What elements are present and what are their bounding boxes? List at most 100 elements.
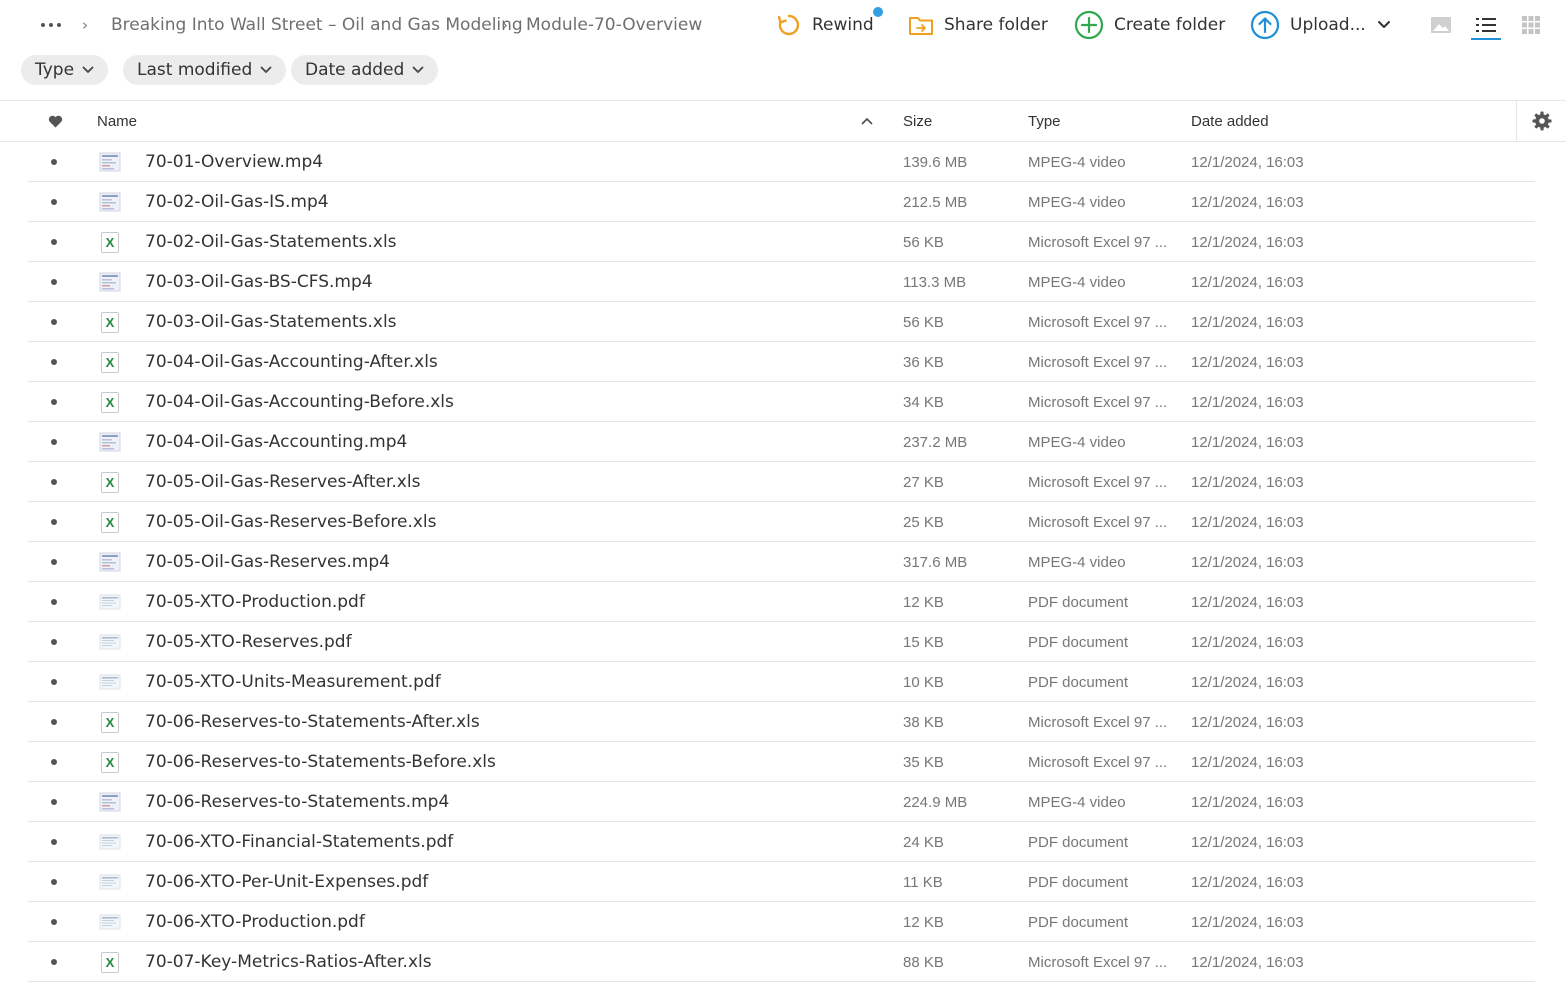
type-filter-button[interactable]: Type [21,55,109,85]
video-thumbnail-icon [99,552,121,572]
file-name[interactable]: 70-06-XTO-Production.pdf [145,902,365,942]
file-type: MPEG-4 video [1028,793,1126,811]
file-size: 24 KB [903,833,944,851]
file-name[interactable]: 70-05-XTO-Units-Measurement.pdf [145,662,441,702]
file-date-added: 12/1/2024, 16:03 [1191,833,1304,851]
file-date-added: 12/1/2024, 16:03 [1191,593,1304,611]
file-name[interactable]: 70-06-Reserves-to-Statements-After.xls [145,702,480,742]
file-name[interactable]: 70-06-Reserves-to-Statements-Before.xls [145,742,496,782]
plus-circle-icon [1074,10,1104,40]
file-date-added: 12/1/2024, 16:03 [1191,673,1304,691]
file-row[interactable]: X 70-06-Reserves-to-Statements-After.xls… [0,702,1566,742]
pdf-thumbnail-icon [99,834,121,850]
chevron-down-icon [260,64,272,76]
file-row[interactable]: 70-05-XTO-Units-Measurement.pdf 10 KB PD… [0,662,1566,702]
rewind-button[interactable]: Rewind [776,0,874,50]
share-folder-button[interactable]: Share folder [908,0,1048,50]
file-row[interactable]: 70-06-XTO-Production.pdf 12 KB PDF docum… [0,902,1566,942]
file-table-header: Name Size Type Date added [0,100,1566,142]
file-row[interactable]: 70-05-XTO-Reserves.pdf 15 KB PDF documen… [0,622,1566,662]
row-bullet-icon [46,862,62,902]
file-row[interactable]: X 70-02-Oil-Gas-Statements.xls 56 KB Mic… [0,222,1566,262]
sort-ascending-button[interactable] [860,101,874,141]
row-bullet-icon [46,142,62,182]
excel-file-icon: X [101,511,119,533]
file-row[interactable]: X 70-03-Oil-Gas-Statements.xls 56 KB Mic… [0,302,1566,342]
file-name[interactable]: 70-05-XTO-Production.pdf [145,582,365,622]
file-size: 12 KB [903,913,944,931]
file-row[interactable]: 70-06-XTO-Per-Unit-Expenses.pdf 11 KB PD… [0,862,1566,902]
file-name[interactable]: 70-04-Oil-Gas-Accounting-After.xls [145,342,438,382]
more-options-button[interactable] [36,0,66,50]
excel-file-icon: X [101,311,119,333]
file-row[interactable]: 70-01-Overview.mp4 139.6 MB MPEG-4 video… [0,142,1566,182]
create-folder-button[interactable]: Create folder [1074,0,1225,50]
file-name[interactable]: 70-04-Oil-Gas-Accounting.mp4 [145,422,407,462]
file-date-added: 12/1/2024, 16:03 [1191,953,1304,971]
file-row[interactable]: 70-04-Oil-Gas-Accounting.mp4 237.2 MB MP… [0,422,1566,462]
file-row[interactable]: 70-05-Oil-Gas-Reserves.mp4 317.6 MB MPEG… [0,542,1566,582]
breadcrumb-item-course[interactable]: Breaking Into Wall Street – Oil and Gas … [111,15,523,35]
file-size: 56 KB [903,313,944,331]
grid-view-button[interactable] [1519,12,1543,38]
breadcrumb-item-module[interactable]: Module-70-Overview [526,15,702,35]
file-row[interactable]: X 70-06-Reserves-to-Statements-Before.xl… [0,742,1566,782]
file-name[interactable]: 70-07-Key-Metrics-Ratios-After.xls [145,942,432,982]
favorites-column-header[interactable] [46,101,64,141]
thumbnail-view-button[interactable] [1429,12,1453,38]
upload-button[interactable]: Upload... [1250,0,1366,50]
create-folder-label: Create folder [1114,15,1226,35]
file-name[interactable]: 70-05-XTO-Reserves.pdf [145,622,352,662]
grid-icon [1522,16,1540,34]
file-row[interactable]: X 70-04-Oil-Gas-Accounting-Before.xls 34… [0,382,1566,422]
file-type: MPEG-4 video [1028,433,1126,451]
video-thumbnail-icon [99,152,121,172]
file-row[interactable]: 70-06-XTO-Financial-Statements.pdf 24 KB… [0,822,1566,862]
file-name[interactable]: 70-03-Oil-Gas-BS-CFS.mp4 [145,262,373,302]
file-name[interactable]: 70-05-Oil-Gas-Reserves.mp4 [145,542,390,582]
file-name[interactable]: 70-04-Oil-Gas-Accounting-Before.xls [145,382,454,422]
date-added-filter-label: Date added [305,60,405,80]
file-name[interactable]: 70-06-Reserves-to-Statements.mp4 [145,782,449,822]
file-row[interactable]: X 70-04-Oil-Gas-Accounting-After.xls 36 … [0,342,1566,382]
file-row[interactable]: 70-03-Oil-Gas-BS-CFS.mp4 113.3 MB MPEG-4… [0,262,1566,302]
file-thumbnail: X [98,702,122,742]
file-name[interactable]: 70-05-Oil-Gas-Reserves-Before.xls [145,502,437,542]
name-column-header[interactable]: Name [97,101,137,141]
file-name[interactable]: 70-01-Overview.mp4 [145,142,323,182]
file-size: 212.5 MB [903,193,968,211]
date-added-column-header[interactable]: Date added [1191,101,1269,141]
file-name[interactable]: 70-05-Oil-Gas-Reserves-After.xls [145,462,420,502]
upload-dropdown-button[interactable] [1374,0,1394,50]
notification-badge [873,7,883,17]
file-name[interactable]: 70-06-XTO-Financial-Statements.pdf [145,822,453,862]
row-bullet-icon [46,902,62,942]
row-bullet-icon [46,542,62,582]
file-thumbnail [98,622,122,662]
file-size: 25 KB [903,513,944,531]
breadcrumb-separator: › [82,16,88,34]
file-row[interactable]: 70-02-Oil-Gas-IS.mp4 212.5 MB MPEG-4 vid… [0,182,1566,222]
type-column-header[interactable]: Type [1028,101,1061,141]
file-row[interactable]: 70-05-XTO-Production.pdf 12 KB PDF docum… [0,582,1566,622]
file-type: MPEG-4 video [1028,553,1126,571]
file-row[interactable]: X 70-05-Oil-Gas-Reserves-After.xls 27 KB… [0,462,1566,502]
file-name[interactable]: 70-06-XTO-Per-Unit-Expenses.pdf [145,862,428,902]
last-modified-filter-button[interactable]: Last modified [123,55,287,85]
list-view-button[interactable] [1474,12,1498,38]
size-column-header[interactable]: Size [903,101,932,141]
file-row[interactable]: X 70-05-Oil-Gas-Reserves-Before.xls 25 K… [0,502,1566,542]
row-bullet-icon [46,302,62,342]
file-name[interactable]: 70-03-Oil-Gas-Statements.xls [145,302,397,342]
file-size: 34 KB [903,393,944,411]
column-settings-button[interactable] [1516,101,1566,141]
file-row[interactable]: X 70-07-Key-Metrics-Ratios-After.xls 88 … [0,942,1566,982]
file-name[interactable]: 70-02-Oil-Gas-IS.mp4 [145,182,329,222]
date-added-filter-button[interactable]: Date added [291,55,439,85]
file-name[interactable]: 70-02-Oil-Gas-Statements.xls [145,222,397,262]
file-date-added: 12/1/2024, 16:03 [1191,153,1304,171]
file-row[interactable]: 70-06-Reserves-to-Statements.mp4 224.9 M… [0,782,1566,822]
file-size: 113.3 MB [903,273,967,291]
file-thumbnail [98,142,122,182]
file-date-added: 12/1/2024, 16:03 [1191,873,1304,891]
